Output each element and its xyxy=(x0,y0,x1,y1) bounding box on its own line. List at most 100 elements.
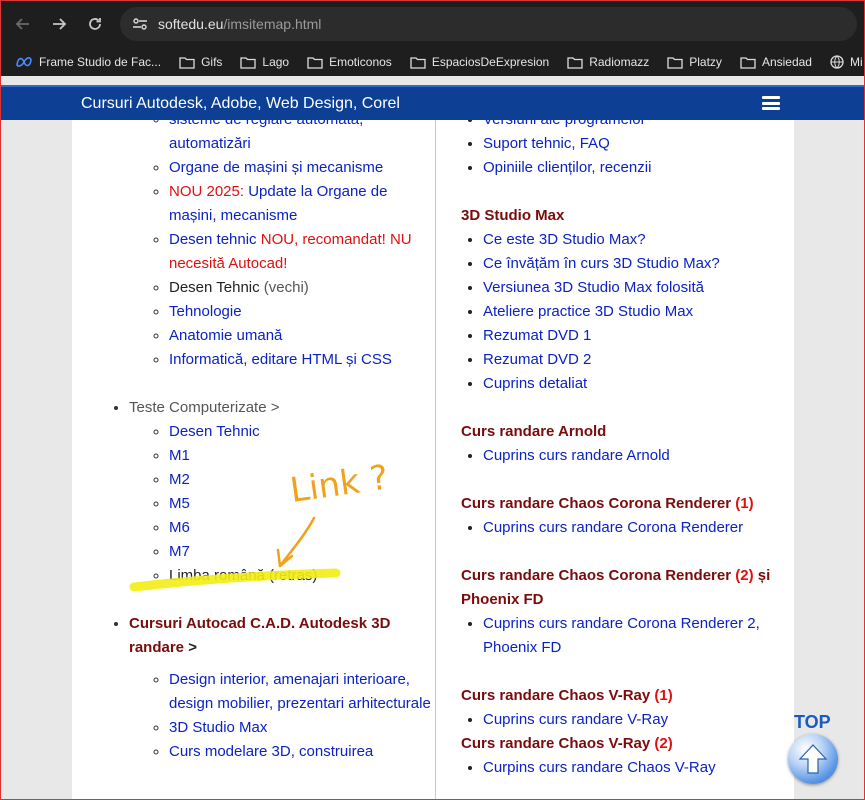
bookmark-label: Gifs xyxy=(201,55,223,69)
list-item[interactable]: Organe de mașini și mecanisme xyxy=(169,156,435,180)
bookmark-label: EspaciosDeExpresion xyxy=(431,55,550,69)
list-item[interactable]: Tehnologie xyxy=(169,300,435,324)
list-link[interactable]: sisteme de reglare automată, automatizăr… xyxy=(169,120,363,152)
bookmark-item[interactable]: Frame Studio de Fac... xyxy=(6,48,170,76)
list-item[interactable]: Suport tehnic, FAQ xyxy=(483,132,794,156)
forward-button[interactable] xyxy=(44,9,74,39)
section-link[interactable]: Curpins curs randare Chaos V-Ray xyxy=(483,759,716,776)
section-link[interactable]: Rezumat DVD 1 xyxy=(483,327,591,344)
folder-icon xyxy=(307,56,323,69)
section-heading: Curs randare Arnold xyxy=(461,423,607,440)
folder-icon xyxy=(567,56,583,69)
folder-icon xyxy=(240,56,257,69)
retired-test-text: Limba română (retras) xyxy=(169,567,318,584)
bookmark-item[interactable]: Radiomazz xyxy=(558,48,658,76)
test-link[interactable]: M2 xyxy=(169,471,190,488)
list-item[interactable]: Cuprins curs randare Corona Renderer xyxy=(483,516,794,540)
list-link[interactable]: Desen Tehnic xyxy=(169,279,260,296)
info-link[interactable]: Versiuni ale programelor xyxy=(483,120,646,128)
hamburger-menu-icon[interactable] xyxy=(762,96,780,110)
course-link[interactable]: Design interior, amenajari interioare, d… xyxy=(169,671,431,712)
list-item[interactable]: Cuprins detaliat xyxy=(483,372,794,396)
list-link[interactable]: Desen tehnic xyxy=(169,231,261,248)
section-link[interactable]: Ce este 3D Studio Max? xyxy=(483,231,646,248)
section-link[interactable]: Ce învățăm în curs 3D Studio Max? xyxy=(483,255,720,272)
site-title[interactable]: Cursuri Autodesk, Adobe, Web Design, Cor… xyxy=(81,95,400,113)
sitemap-content: sisteme de reglare automată, automatizăr… xyxy=(72,120,794,800)
list-item[interactable]: 3D Studio Max xyxy=(169,716,435,740)
list-item[interactable]: Rezumat DVD 1 xyxy=(483,324,794,348)
list-item[interactable]: Cuprins curs randare Arnold xyxy=(483,444,794,468)
course-link[interactable]: 3D Studio Max xyxy=(169,719,267,736)
section-heading: Curs randare Chaos Corona Renderer (2) ș… xyxy=(461,567,771,608)
section-link[interactable]: Cuprins curs randare V-Ray xyxy=(483,711,668,728)
section-heading: Curs randare Chaos Corona Renderer (1) xyxy=(461,495,754,512)
list-item[interactable]: Ce învățăm în curs 3D Studio Max? xyxy=(483,252,794,276)
list-item[interactable]: Anatomie umană xyxy=(169,324,435,348)
section-link[interactable]: Cuprins curs randare Corona Renderer 2, … xyxy=(483,615,760,656)
bookmark-item[interactable]: Lago xyxy=(231,48,298,76)
list-item[interactable]: Curs modelare 3D, construirea xyxy=(169,740,435,764)
list-item[interactable]: Desen Tehnic xyxy=(169,420,435,444)
list-item[interactable]: Opiniile clienților, recenzii xyxy=(483,156,794,180)
list-item[interactable]: M7 xyxy=(169,540,435,564)
list-link[interactable]: Organe de mașini și mecanisme xyxy=(169,159,383,176)
bookmark-item[interactable]: Gifs xyxy=(170,48,231,76)
list-item[interactable]: Informatică, editare HTML și CSS xyxy=(169,348,435,372)
section-link[interactable]: Rezumat DVD 2 xyxy=(483,351,591,368)
new-badge: NOU 2025: xyxy=(169,183,245,200)
test-link[interactable]: M6 xyxy=(169,519,190,536)
bookmark-item[interactable]: Ansiedad xyxy=(731,48,821,76)
list-item[interactable]: sisteme de reglare automată, automatizăr… xyxy=(169,120,435,156)
list-item[interactable]: Curpins curs randare Chaos V-Ray xyxy=(483,756,794,780)
info-link[interactable]: Suport tehnic, FAQ xyxy=(483,135,610,152)
test-link[interactable]: Desen Tehnic xyxy=(169,423,260,440)
bookmark-label: Platzy xyxy=(689,55,722,69)
section-heading: 3D Studio Max xyxy=(461,207,565,224)
list-item[interactable]: Versiuni ale programelor xyxy=(483,120,794,132)
arrow-left-icon xyxy=(15,18,29,30)
section-link[interactable]: Cuprins detaliat xyxy=(483,375,587,392)
list-link[interactable]: Tehnologie xyxy=(169,303,242,320)
address-bar[interactable]: softedu.eu/imsitemap.html xyxy=(120,7,857,41)
list-item[interactable]: Desen tehnic NOU, recomandat! NU necesit… xyxy=(169,228,435,276)
scroll-to-top-button[interactable]: TOP xyxy=(788,712,842,786)
site-settings-icon[interactable] xyxy=(132,17,148,31)
list-item: Limba română (retras) xyxy=(169,564,435,588)
list-item[interactable]: Ateliere practice 3D Studio Max xyxy=(483,300,794,324)
section-link[interactable]: Versiunea 3D Studio Max folosită xyxy=(483,279,704,296)
back-button[interactable] xyxy=(8,9,38,39)
list-item[interactable]: Desen Tehnic (vechi) xyxy=(169,276,435,300)
list-item[interactable]: Rezumat DVD 2 xyxy=(483,348,794,372)
list-item[interactable]: M1 xyxy=(169,444,435,468)
autocad-label[interactable]: Cursuri Autocad C.A.D. Autodesk 3D randa… xyxy=(129,615,390,656)
list-item[interactable]: M6 xyxy=(169,516,435,540)
list-link[interactable]: Anatomie umană xyxy=(169,327,282,344)
bookmark-item[interactable]: Mi p xyxy=(821,48,865,76)
list-item[interactable]: M2 xyxy=(169,468,435,492)
reload-button[interactable] xyxy=(80,9,110,39)
test-link[interactable]: M5 xyxy=(169,495,190,512)
teste-list: Desen Tehnic M1 M2 M5 M6 M7 Limba română (retr… xyxy=(129,420,435,588)
section-link[interactable]: Cuprins curs randare Corona Renderer xyxy=(483,519,743,536)
test-link[interactable]: M7 xyxy=(169,543,190,560)
bookmark-item[interactable]: Emoticonos xyxy=(298,48,401,76)
course-link[interactable]: Curs modelare 3D, construirea xyxy=(169,743,373,760)
list-item[interactable]: Cuprins curs randare V-Ray xyxy=(483,708,794,732)
bookmark-label: Lago xyxy=(262,55,290,69)
section-number: (2) xyxy=(654,735,673,752)
info-link[interactable]: Opiniile clienților, recenzii xyxy=(483,159,651,176)
list-item[interactable]: Ce este 3D Studio Max? xyxy=(483,228,794,252)
list-item[interactable]: M5 xyxy=(169,492,435,516)
list-item[interactable]: Cuprins curs randare Corona Renderer 2, … xyxy=(483,612,794,660)
list-item[interactable]: NOU 2025: Update la Organe de mașini, me… xyxy=(169,180,435,228)
section-link[interactable]: Cuprins curs randare Arnold xyxy=(483,447,670,464)
list-item[interactable]: Design interior, amenajari interioare, d… xyxy=(169,668,435,716)
bookmark-item[interactable]: EspaciosDeExpresion xyxy=(401,48,558,76)
section-link[interactable]: Ateliere practice 3D Studio Max xyxy=(483,303,693,320)
bookmark-item[interactable]: Platzy xyxy=(658,48,731,76)
list-link[interactable]: Informatică, editare HTML și CSS xyxy=(169,351,392,368)
section-list: Cuprins curs randare V-Ray xyxy=(436,708,794,732)
test-link[interactable]: M1 xyxy=(169,447,190,464)
list-item[interactable]: Versiunea 3D Studio Max folosită xyxy=(483,276,794,300)
